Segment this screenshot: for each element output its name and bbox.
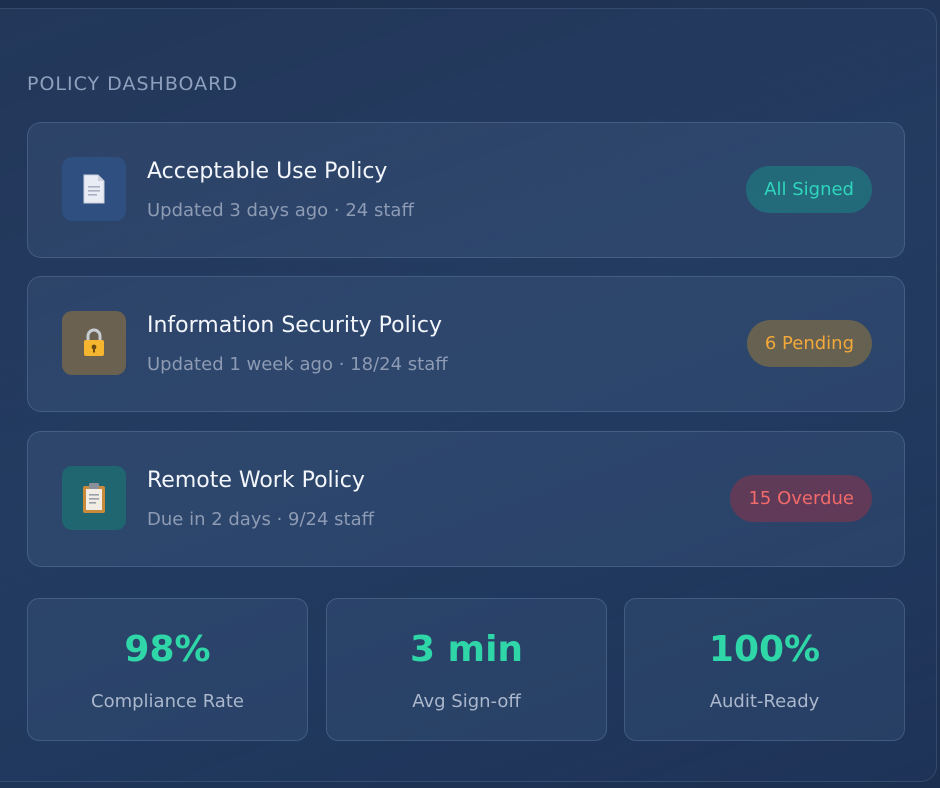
stat-compliance-rate: 98% Compliance Rate xyxy=(27,598,308,741)
stat-value: 98% xyxy=(124,629,211,670)
stat-label: Avg Sign-off xyxy=(412,691,521,712)
policy-card-information-security[interactable]: Information Security Policy Updated 1 we… xyxy=(27,276,905,412)
page-title: POLICY DASHBOARD xyxy=(27,73,238,95)
lock-icon xyxy=(62,311,126,375)
status-badge: 15 Overdue xyxy=(730,475,872,522)
status-badge: 6 Pending xyxy=(746,320,872,367)
policy-card-acceptable-use[interactable]: Acceptable Use Policy Updated 3 days ago… xyxy=(27,122,905,258)
status-badge: All Signed xyxy=(746,166,872,213)
policy-meta: Due in 2 days · 9/24 staff xyxy=(147,509,375,530)
policy-dashboard-panel: POLICY DASHBOARD Acceptable Use Policy U… xyxy=(0,8,937,782)
policy-meta: Updated 1 week ago · 18/24 staff xyxy=(147,354,448,375)
document-icon xyxy=(62,157,126,221)
clipboard-icon xyxy=(62,466,126,530)
stat-label: Compliance Rate xyxy=(91,691,244,712)
stat-avg-sign-off: 3 min Avg Sign-off xyxy=(326,598,607,741)
stat-value: 3 min xyxy=(409,629,524,670)
stat-label: Audit-Ready xyxy=(709,691,820,712)
policy-name: Acceptable Use Policy xyxy=(147,159,388,184)
policy-name: Remote Work Policy xyxy=(147,468,365,493)
policy-meta: Updated 3 days ago · 24 staff xyxy=(147,200,414,221)
stat-value: 100% xyxy=(708,629,821,670)
app-background: POLICY DASHBOARD Acceptable Use Policy U… xyxy=(0,0,940,788)
stat-audit-ready: 100% Audit-Ready xyxy=(624,598,905,741)
policy-name: Information Security Policy xyxy=(147,313,442,338)
policy-card-remote-work[interactable]: Remote Work Policy Due in 2 days · 9/24 … xyxy=(27,431,905,567)
